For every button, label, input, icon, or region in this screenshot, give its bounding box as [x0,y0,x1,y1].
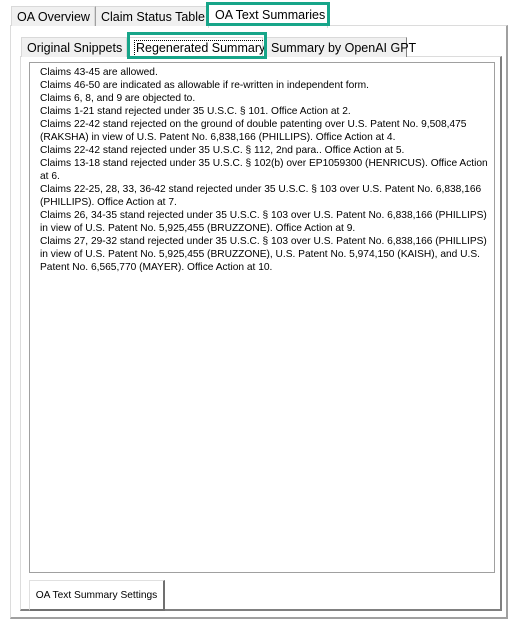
tab-label: Regenerated Summary [134,40,268,57]
tab-label: OA Text Summaries [215,8,326,22]
summary-line: Claims 27, 29-32 stand rejected under 35… [40,236,487,273]
tab-regenerated-summary[interactable]: Regenerated Summary [129,37,268,57]
tab-label: Claim Status Table [101,10,205,24]
tab-original-snippets[interactable]: Original Snippets [21,37,127,57]
tab-label: Original Snippets [27,41,123,55]
summary-line: Claims 22-42 stand rejected under 35 U.S… [40,145,405,156]
summary-line: Claims 13-18 stand rejected under 35 U.S… [40,158,488,182]
tab-label: Summary by OpenAI GPT [271,41,417,55]
tab-oa-overview[interactable]: OA Overview [11,6,95,26]
tab-claim-status-table[interactable]: Claim Status Table [95,6,207,26]
summary-line: Claims 22-25, 28, 33, 36-42 stand reject… [40,184,482,208]
summary-line: Claims 1-21 stand rejected under 35 U.S.… [40,106,351,117]
summary-line: Claims 43-45 are allowed. [40,67,158,78]
summary-line: Claims 6, 8, and 9 are objected to. [40,93,196,104]
summary-textbox[interactable]: Claims 43-45 are allowed. Claims 46-50 a… [29,62,495,573]
summary-line: Claims 26, 34-35 stand rejected under 35… [40,210,487,234]
tab-summary-by-openai-gpt[interactable]: Summary by OpenAI GPT [265,37,416,57]
tab-oa-text-summaries[interactable]: OA Text Summaries [208,4,328,28]
summary-line: Claims 22-42 stand rejected on the groun… [40,119,467,143]
summary-line: Claims 46-50 are indicated as allowable … [40,80,369,91]
oa-text-summary-settings-button[interactable]: OA Text Summary Settings [29,580,165,611]
tab-label: OA Overview [17,10,90,24]
